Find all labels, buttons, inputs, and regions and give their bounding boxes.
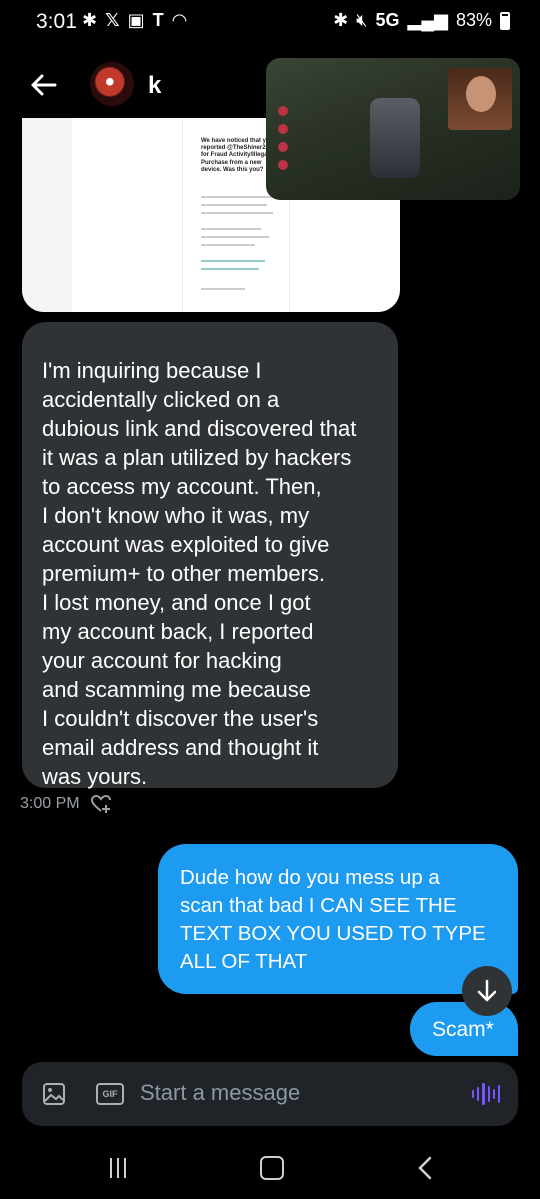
doc-line [201, 204, 267, 206]
back-arrow-icon[interactable] [28, 70, 58, 100]
message-text-line: my account back, I reported [42, 619, 314, 644]
system-nav-bar [0, 1132, 540, 1199]
message-text-line: and scamming me because [42, 677, 312, 702]
home-button[interactable] [260, 1156, 284, 1180]
outgoing-message-bubble[interactable]: Dude how do you mess up a scan that bad I… [158, 844, 518, 994]
pip-video-overlay[interactable] [266, 58, 520, 200]
message-text-line: account was exploited to give [42, 532, 330, 557]
message-text-line: TEXT BOX YOU USED TO TYPE [180, 922, 486, 945]
doc-line [201, 212, 273, 214]
doc-line [201, 260, 265, 262]
wifi-icon: ◠ [171, 10, 188, 30]
network-type: 5G [375, 10, 400, 30]
message-text-line: your account for hacking [42, 648, 282, 673]
image-icon[interactable] [42, 1082, 66, 1106]
incoming-message-bubble[interactable]: I'm inquiring because I accidentally clic… [22, 322, 398, 789]
bluetooth-icon: ✱ [333, 10, 349, 30]
system-icons: ✱ 🔇︎ 5G ▂▄▆ 83% [333, 10, 510, 31]
message-text-line: email address and thought it [42, 735, 319, 760]
scroll-down-button[interactable] [462, 966, 512, 1016]
doc-line [201, 244, 255, 246]
mute-icon: 🔇︎ [356, 10, 368, 30]
message-text-line: I don't know who it was, my [42, 503, 310, 528]
battery-percent: 83% [455, 10, 492, 30]
doc-line [201, 268, 259, 270]
heart-plus-icon[interactable] [90, 794, 112, 814]
doc-line [201, 288, 245, 290]
message-text-line: dubious link and discovered that [42, 416, 357, 441]
status-bar: 3:01 ✱ 𝕏 ▣ T ◠ ✱ 🔇︎ 5G ▂▄▆ 83% [0, 0, 540, 44]
tmobile-icon: T [152, 10, 164, 30]
signal-icon: ▂▄▆ [407, 10, 448, 30]
bluetooth-icon: ✱ [82, 10, 98, 30]
message-text-line: it was a plan utilized by hackers [42, 445, 352, 470]
message-text-line: to access my account. Then, [42, 474, 322, 499]
battery-icon [500, 11, 510, 30]
message-text-line: was yours. [42, 764, 148, 789]
game-hud [278, 106, 288, 186]
message-text-line: accidentally clicked on a [42, 387, 280, 412]
doc-line [201, 228, 261, 230]
message-text-line: ALL OF THAT [180, 950, 308, 973]
message-text-line: I'm inquiring because I [42, 358, 262, 383]
message-composer[interactable]: GIF Start a message [22, 1062, 518, 1126]
message-text-line: I lost money, and once I got [42, 590, 311, 615]
app-notification-icon: ▣ [127, 10, 145, 30]
x-app-icon: 𝕏 [105, 10, 120, 30]
message-text-line: Dude how do you mess up a [180, 866, 440, 889]
voice-waveform-icon[interactable] [472, 1082, 501, 1106]
attachment-sidebar [22, 118, 72, 312]
streamer-face [466, 76, 496, 112]
conversation-username[interactable]: k [148, 72, 161, 100]
game-character [370, 98, 420, 178]
message-timestamp: 3:00 PM [20, 794, 112, 814]
nav-back-icon[interactable] [416, 1156, 436, 1180]
gif-button[interactable]: GIF [96, 1083, 124, 1105]
recent-apps-button[interactable] [110, 1158, 132, 1178]
message-text-line: scan that bad I CAN SEE THE [180, 894, 457, 917]
notification-icons: ✱ 𝕏 ▣ T ◠ [82, 10, 187, 31]
doc-line [201, 196, 271, 198]
message-input[interactable]: Start a message [140, 1080, 300, 1106]
arrow-down-icon [477, 979, 497, 1002]
message-text-line: premium+ to other members. [42, 561, 326, 586]
message-text: Scam* [432, 1018, 494, 1041]
status-time: 3:01 [36, 10, 77, 33]
avatar[interactable] [90, 62, 134, 106]
doc-line [201, 236, 269, 238]
timestamp-text: 3:00 PM [20, 795, 80, 812]
message-text-line: I couldn't discover the user's [42, 706, 319, 731]
